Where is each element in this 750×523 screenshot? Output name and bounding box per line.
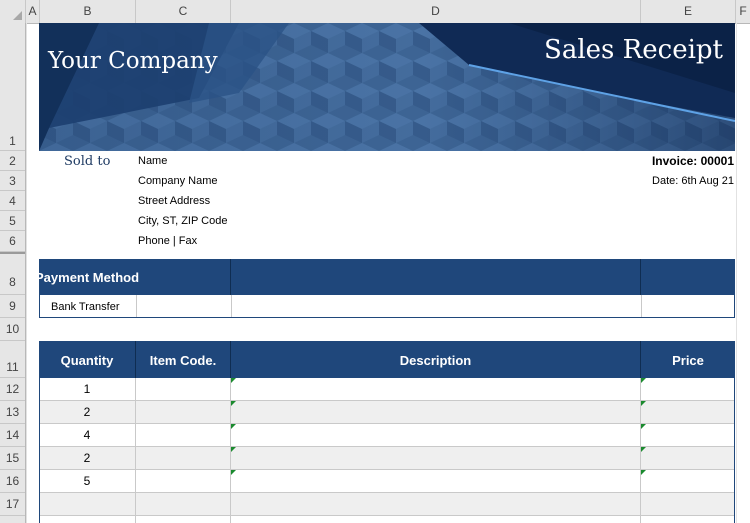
- row-header-13[interactable]: 13: [0, 401, 25, 424]
- gridline-col-a: [26, 23, 27, 523]
- payment-cell-divider-2: [231, 295, 232, 317]
- row-header-8[interactable]: 8: [0, 252, 25, 295]
- table-col-divider-1: [135, 378, 136, 523]
- receipt-title[interactable]: Sales Receipt: [544, 35, 723, 65]
- table-row: 4: [39, 424, 735, 447]
- payment-header-bar: Payment Method: [35, 259, 735, 295]
- error-indicator-icon[interactable]: [641, 378, 646, 383]
- invoice-number[interactable]: Invoice: 00001: [652, 154, 734, 168]
- row-header-bar: 1 2 3 4 5 6 8 9 10 11 12 13 14 15 16 17: [0, 23, 26, 523]
- row-header-12[interactable]: 12: [0, 378, 25, 401]
- error-indicator-icon[interactable]: [641, 401, 646, 406]
- column-header-a[interactable]: A: [26, 0, 40, 23]
- gridline-col-f: [736, 23, 737, 523]
- table-row: 2: [39, 401, 735, 424]
- error-indicator-icon[interactable]: [231, 470, 236, 475]
- row-header-14[interactable]: 14: [0, 424, 25, 447]
- payment-header-divider-2: [640, 259, 641, 295]
- table-row: 1: [39, 378, 735, 401]
- quantity-cell[interactable]: 2: [39, 447, 135, 470]
- header-item-code[interactable]: Item Code.: [136, 353, 230, 368]
- row-header-4[interactable]: 4: [0, 191, 25, 211]
- row-header-9[interactable]: 9: [0, 295, 25, 318]
- row-header-5[interactable]: 5: [0, 211, 25, 231]
- header-price[interactable]: Price: [641, 353, 735, 368]
- payment-row: [39, 295, 735, 318]
- row-header-17[interactable]: 17: [0, 493, 25, 516]
- sold-to-company[interactable]: Company Name: [138, 175, 217, 187]
- quantity-cell[interactable]: 1: [39, 378, 135, 401]
- quantity-cell[interactable]: 2: [39, 401, 135, 424]
- payment-method-value[interactable]: Bank Transfer: [51, 301, 119, 313]
- sold-to-label: Sold to: [64, 154, 111, 169]
- quantity-cell[interactable]: 5: [39, 470, 135, 493]
- payment-cell-divider-3: [641, 295, 642, 317]
- header-banner: Your Company Sales Receipt: [39, 23, 735, 151]
- table-row: [39, 516, 735, 523]
- table-border-left: [39, 378, 40, 523]
- payment-cell-divider-1: [136, 295, 137, 317]
- payment-method-header: Payment Method: [35, 270, 140, 285]
- sold-to-name[interactable]: Name: [138, 155, 167, 167]
- error-indicator-icon[interactable]: [231, 447, 236, 452]
- select-all-corner[interactable]: [0, 0, 26, 23]
- row-header-1[interactable]: 1: [0, 23, 25, 151]
- company-name[interactable]: Your Company: [48, 48, 218, 74]
- sold-to-city[interactable]: City, ST, ZIP Code: [138, 215, 227, 227]
- table-row: [39, 493, 735, 516]
- row-header-11[interactable]: 11: [0, 341, 25, 378]
- payment-header-divider-1: [230, 259, 231, 295]
- row-header-6[interactable]: 6: [0, 231, 25, 252]
- row-header-3[interactable]: 3: [0, 171, 25, 191]
- error-indicator-icon[interactable]: [641, 424, 646, 429]
- invoice-date[interactable]: Date: 6th Aug 21: [652, 175, 734, 187]
- error-indicator-icon[interactable]: [231, 424, 236, 429]
- select-all-triangle-icon: [13, 11, 22, 20]
- column-header-bar: A B C D E F: [0, 0, 750, 24]
- row-header-16[interactable]: 16: [0, 470, 25, 493]
- table-row: 5: [39, 470, 735, 493]
- table-row: 2: [39, 447, 735, 470]
- table-border-right: [734, 378, 735, 523]
- column-header-b[interactable]: B: [40, 0, 136, 23]
- items-header-bar: Quantity Item Code. Description Price: [39, 341, 735, 378]
- error-indicator-icon[interactable]: [641, 470, 646, 475]
- column-header-c[interactable]: C: [136, 0, 231, 23]
- quantity-cell[interactable]: 4: [39, 424, 135, 447]
- header-quantity[interactable]: Quantity: [39, 353, 135, 368]
- row-header-15[interactable]: 15: [0, 447, 25, 470]
- header-description[interactable]: Description: [231, 353, 640, 368]
- sold-to-phone[interactable]: Phone | Fax: [138, 235, 197, 247]
- error-indicator-icon[interactable]: [641, 447, 646, 452]
- column-header-e[interactable]: E: [641, 0, 736, 23]
- sold-to-street[interactable]: Street Address: [138, 195, 210, 207]
- column-header-d[interactable]: D: [231, 0, 641, 23]
- row-header-2[interactable]: 2: [0, 151, 25, 171]
- row-header-10[interactable]: 10: [0, 318, 25, 341]
- error-indicator-icon[interactable]: [231, 401, 236, 406]
- column-header-f[interactable]: F: [736, 0, 750, 23]
- error-indicator-icon[interactable]: [231, 378, 236, 383]
